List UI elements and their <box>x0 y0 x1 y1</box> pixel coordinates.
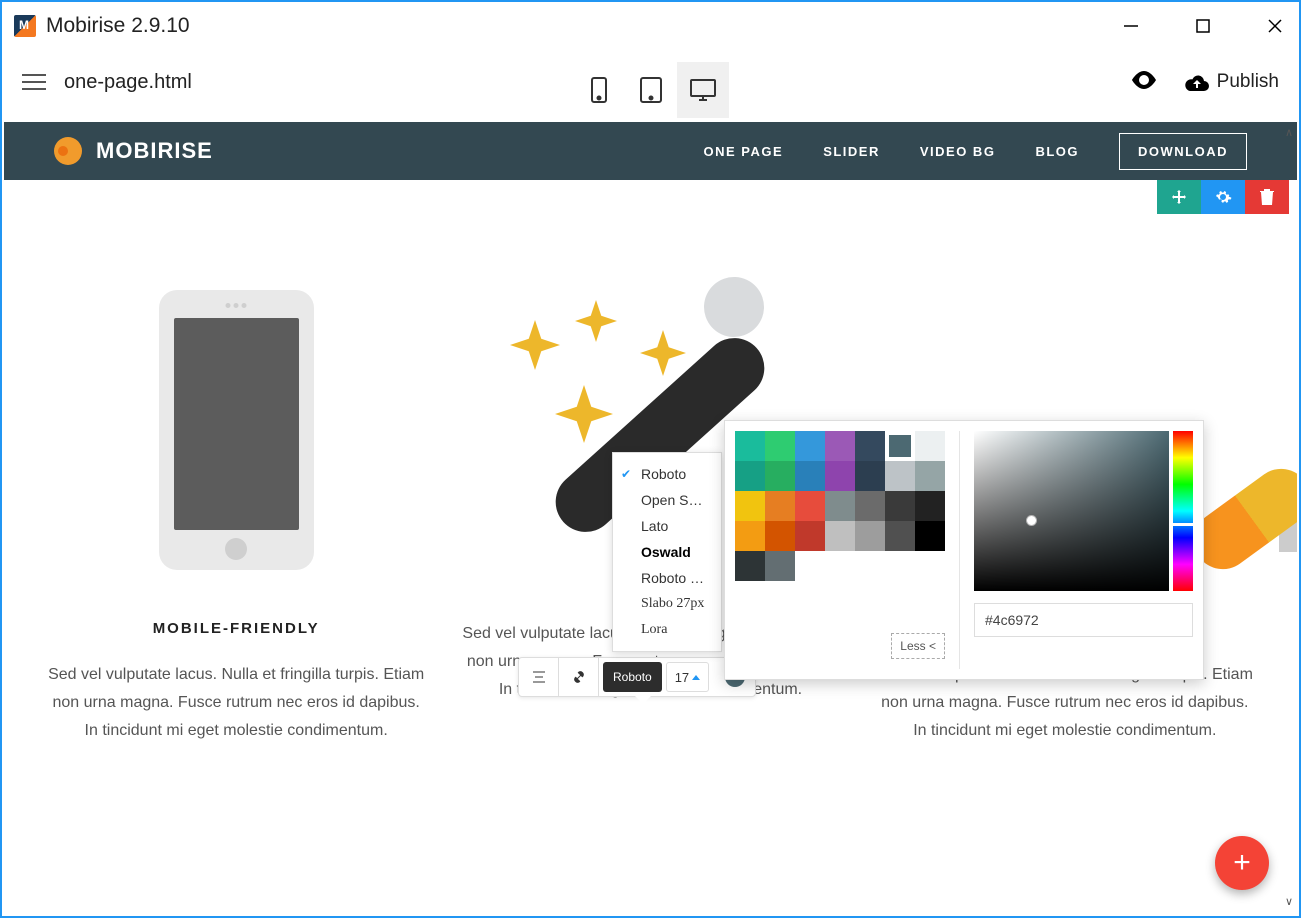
color-swatch[interactable] <box>765 491 795 521</box>
minimize-button[interactable] <box>1119 14 1143 38</box>
color-swatch[interactable] <box>855 521 885 551</box>
font-selector[interactable]: Roboto <box>603 662 662 692</box>
nav-link-blog[interactable]: BLOG <box>1035 144 1079 159</box>
color-swatch[interactable] <box>825 521 855 551</box>
color-swatch[interactable] <box>735 551 765 581</box>
custom-color-area <box>974 431 1193 669</box>
block-move-button[interactable] <box>1157 180 1201 214</box>
color-swatch[interactable] <box>915 431 945 461</box>
font-size-label: 17 <box>675 670 689 685</box>
color-swatch[interactable] <box>915 491 945 521</box>
color-swatch[interactable] <box>825 461 855 491</box>
text-format-toolbar: Roboto 17 <box>518 657 756 697</box>
font-selector-label: Roboto <box>613 670 652 684</box>
add-block-fab[interactable]: + <box>1215 836 1269 890</box>
divider <box>959 431 960 669</box>
scroll-down-icon[interactable]: ∨ <box>1285 895 1293 908</box>
color-swatch[interactable] <box>855 491 885 521</box>
logo-icon <box>54 137 82 165</box>
color-swatch[interactable] <box>885 431 915 461</box>
brand-text: MOBIRISE <box>96 138 213 164</box>
color-swatch[interactable] <box>885 461 915 491</box>
block-settings-button[interactable] <box>1201 180 1245 214</box>
canvas: ∧ ∨ MOBIRISE ONE PAGE SLIDER VIDEO BG BL… <box>4 122 1297 914</box>
saturation-field[interactable] <box>974 431 1169 591</box>
saturation-cursor[interactable] <box>1026 515 1037 526</box>
color-swatch[interactable] <box>915 461 945 491</box>
publish-label: Publish <box>1217 71 1279 93</box>
color-swatch[interactable] <box>825 431 855 461</box>
color-swatch[interactable] <box>795 431 825 461</box>
chevron-up-icon <box>692 675 700 680</box>
nav-link-onepage[interactable]: ONE PAGE <box>704 144 784 159</box>
font-size-selector[interactable]: 17 <box>666 662 709 692</box>
titlebar: Mobirise 2.9.10 <box>2 2 1299 50</box>
scroll-up-icon[interactable]: ∧ <box>1285 126 1293 139</box>
font-option-lora[interactable]: Lora <box>613 617 721 643</box>
font-option-roboto[interactable]: Roboto <box>613 461 721 487</box>
color-swatch[interactable] <box>855 461 885 491</box>
link-button[interactable] <box>559 658 599 696</box>
block-toolbar <box>1157 180 1289 214</box>
color-swatch[interactable] <box>915 521 945 551</box>
close-button[interactable] <box>1263 14 1287 38</box>
font-option-robotocondensed[interactable]: Roboto C… <box>613 565 721 591</box>
color-swatch[interactable] <box>795 521 825 551</box>
color-swatch[interactable] <box>765 521 795 551</box>
swatch-palette: Less < <box>735 431 945 669</box>
align-button[interactable] <box>519 658 559 696</box>
hamburger-menu-button[interactable] <box>22 74 46 90</box>
site-logo[interactable]: MOBIRISE <box>54 137 213 165</box>
phone-illustration <box>44 280 428 580</box>
hue-slider[interactable] <box>1173 431 1193 591</box>
feature-col-1: MOBILE-FRIENDLY Sed vel vulputate lacus.… <box>44 280 428 745</box>
color-swatch[interactable] <box>795 461 825 491</box>
less-button[interactable]: Less < <box>891 633 945 659</box>
color-swatch[interactable] <box>765 551 795 581</box>
color-swatch[interactable] <box>735 461 765 491</box>
color-swatch[interactable] <box>855 431 885 461</box>
color-swatch[interactable] <box>735 491 765 521</box>
color-swatch[interactable] <box>825 491 855 521</box>
color-swatch[interactable] <box>795 491 825 521</box>
font-option-oswald[interactable]: Oswald <box>613 539 721 565</box>
block-delete-button[interactable] <box>1245 180 1289 214</box>
color-swatch[interactable] <box>885 521 915 551</box>
preview-button[interactable] <box>1131 71 1157 94</box>
color-swatch[interactable] <box>765 461 795 491</box>
color-picker-panel: Less < <box>724 420 1204 680</box>
color-swatch[interactable] <box>765 431 795 461</box>
font-dropdown: Roboto Open Sa… Lato Oswald Roboto C… Sl… <box>612 452 722 652</box>
hex-input[interactable] <box>974 603 1193 637</box>
maximize-button[interactable] <box>1191 14 1215 38</box>
font-option-lato[interactable]: Lato <box>613 513 721 539</box>
font-option-opensans[interactable]: Open Sa… <box>613 487 721 513</box>
nav-download-button[interactable]: DOWNLOAD <box>1119 133 1247 170</box>
device-desktop-button[interactable] <box>677 62 729 118</box>
feature-text-1[interactable]: Sed vel vulputate lacus. Nulla et fringi… <box>44 661 428 745</box>
publish-button[interactable]: Publish <box>1185 71 1279 93</box>
device-mobile-button[interactable] <box>573 62 625 118</box>
window-title: Mobirise 2.9.10 <box>46 14 190 38</box>
color-swatch[interactable] <box>885 491 915 521</box>
device-tablet-button[interactable] <box>625 62 677 118</box>
feature-title-1[interactable]: MOBILE-FRIENDLY <box>44 620 428 637</box>
app-toolbar: one-page.html Publish <box>2 50 1299 114</box>
site-navbar: MOBIRISE ONE PAGE SLIDER VIDEO BG BLOG D… <box>4 122 1297 180</box>
font-option-slabo[interactable]: Slabo 27px <box>613 591 721 617</box>
nav-link-slider[interactable]: SLIDER <box>823 144 880 159</box>
nav-link-videobg[interactable]: VIDEO BG <box>920 144 996 159</box>
current-file-label[interactable]: one-page.html <box>64 71 192 94</box>
color-swatch[interactable] <box>735 431 765 461</box>
hue-cursor[interactable] <box>1171 523 1195 526</box>
app-icon <box>14 15 36 37</box>
color-swatch[interactable] <box>735 521 765 551</box>
